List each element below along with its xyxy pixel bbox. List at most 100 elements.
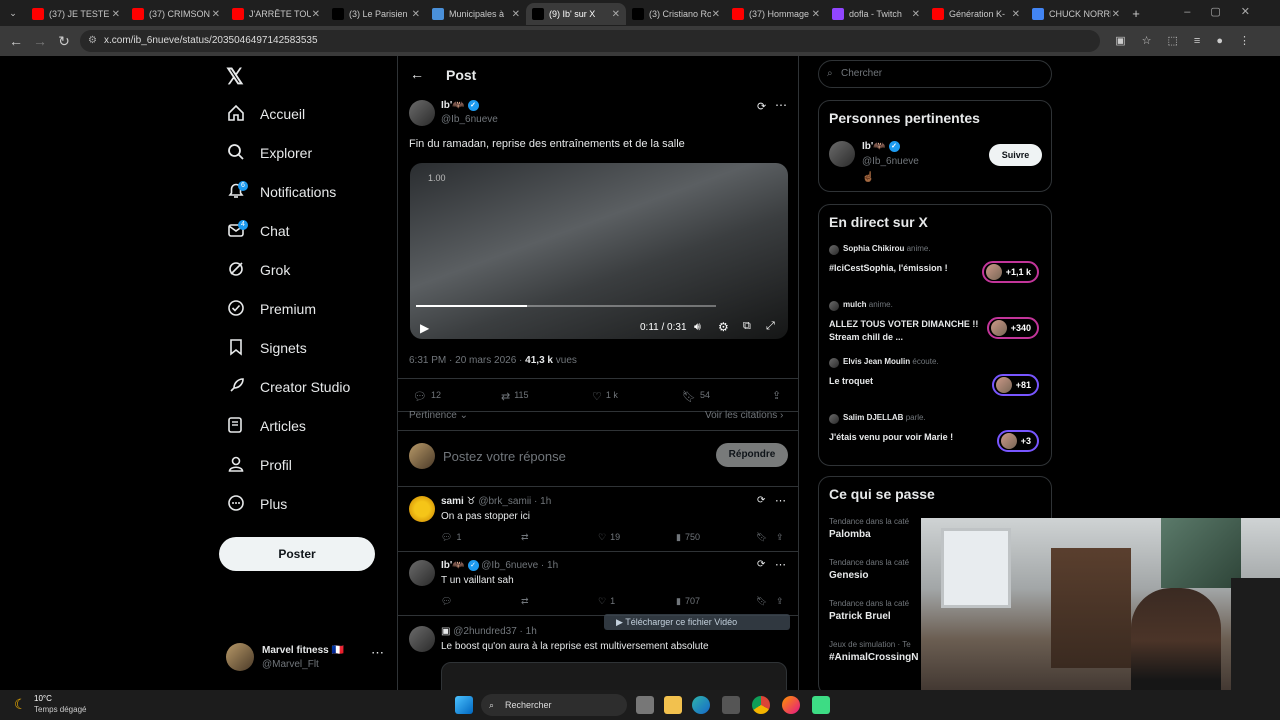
live-listeners-pill[interactable]: +3 <box>996 430 1039 452</box>
bookmark-icon[interactable]: 🔖︎ <box>756 532 767 543</box>
browser-tab[interactable]: (37) Hommage ✕ <box>726 3 826 25</box>
taskbar-search[interactable]: ⌕ Rechercher <box>481 694 627 716</box>
reply-avatar[interactable] <box>409 626 435 652</box>
reply-media[interactable] <box>441 662 787 690</box>
close-icon[interactable]: ✕ <box>712 9 720 20</box>
site-info-icon[interactable]: ⚙ <box>88 30 97 52</box>
pip-icon[interactable]: ⧉ <box>743 320 751 333</box>
browser-tab[interactable]: (3) Le Parisien ✕ <box>326 3 426 25</box>
close-icon[interactable]: ✕ <box>812 9 820 20</box>
more-icon[interactable]: ⋯ <box>775 98 787 112</box>
video-player[interactable]: 1.00 ▶ 0:11 / 0:31 🔊︎ ⚙ ⧉ ⤢ <box>410 163 788 339</box>
author-handle[interactable]: @Ib_6nueve <box>441 114 498 125</box>
live-item[interactable]: mulch anime. ALLEZ TOUS VOTER DIMANCHE !!… <box>819 299 1051 349</box>
close-icon[interactable]: ✕ <box>912 9 920 20</box>
close-icon[interactable]: ✕ <box>412 9 420 20</box>
share-icon[interactable]: ⇪ <box>776 532 784 543</box>
volume-icon[interactable]: 🔊︎ <box>694 321 701 334</box>
video-progress-track[interactable] <box>416 305 716 307</box>
bookmark-icon[interactable]: 🔖︎ <box>756 596 767 607</box>
reply-like-action[interactable]: ♡ 1 <box>598 596 615 607</box>
back-icon[interactable]: ← <box>4 33 28 49</box>
reply-avatar[interactable] <box>409 560 435 586</box>
post-button[interactable]: Poster <box>219 537 375 571</box>
more-icon[interactable]: ⋯ <box>371 645 384 661</box>
task-view-icon[interactable] <box>636 696 654 714</box>
reply-input[interactable]: Postez votre réponse <box>443 449 566 464</box>
close-icon[interactable]: ✕ <box>112 9 120 20</box>
browser-tab[interactable]: Génération K- ✕ <box>926 3 1026 25</box>
reply-action[interactable]: 💬︎ 12 <box>413 390 441 403</box>
reply-like-action[interactable]: ♡ 19 <box>598 532 620 543</box>
app-icon[interactable] <box>812 696 830 714</box>
url-field[interactable]: ⚙ x.com/ib_6nueve/status/203504649714258… <box>80 30 1100 52</box>
nav-item-premium[interactable]: Premium <box>226 295 316 323</box>
reply-button[interactable]: Répondre <box>716 443 788 467</box>
live-item[interactable]: Elvis Jean Moulin écoute. Le troquet +81 <box>819 356 1051 406</box>
reply-views[interactable]: ▮ 707 <box>676 596 700 607</box>
download-video-bar[interactable]: ▶ Télécharger ce fichier Vidéo <box>604 614 790 630</box>
browser-tab[interactable]: CHUCK NORRI ✕ <box>1026 3 1126 25</box>
grok-icon[interactable]: ⟳ <box>757 100 766 113</box>
live-listeners-pill[interactable]: +340 <box>986 317 1039 339</box>
person-name[interactable]: Ib'🦇 ✓ <box>862 141 900 152</box>
account-switcher[interactable]: Marvel fitness 🇫🇷 @Marvel_Flt ⋯ <box>226 643 386 673</box>
like-action[interactable]: ♡ 1 k <box>592 390 618 403</box>
new-tab-button[interactable]: + <box>1126 6 1146 21</box>
chrome-icon[interactable] <box>752 696 770 714</box>
live-item[interactable]: Salim DJELLAB parle. J'étais venu pour vo… <box>819 412 1051 462</box>
nav-item-explorer[interactable]: Explorer <box>226 139 312 167</box>
close-icon[interactable]: ✕ <box>312 9 320 20</box>
back-arrow-icon[interactable]: ← <box>410 66 424 82</box>
browser-tab[interactable]: J'ARRÊTE TOUT✕ <box>226 3 326 25</box>
browser-tab[interactable]: (9) Ib' sur X ✕ <box>526 3 626 25</box>
nav-item-grok[interactable]: Grok <box>226 256 290 284</box>
more-icon[interactable]: ⋯ <box>775 558 786 571</box>
weather-icon[interactable]: ☾ <box>14 696 27 713</box>
repost-icon[interactable]: ⇄ <box>521 532 529 543</box>
settings-icon[interactable]: ⚙ <box>718 320 729 334</box>
quotes-link[interactable]: Voir les citations › <box>705 410 783 421</box>
author-avatar[interactable] <box>409 100 435 126</box>
close-icon[interactable]: ✕ <box>1112 9 1120 20</box>
x-logo-icon[interactable]: 𝕏 <box>226 64 244 90</box>
close-icon[interactable]: ✕ <box>512 9 520 20</box>
edge-icon[interactable] <box>692 696 710 714</box>
close-icon[interactable]: ✕ <box>212 9 220 20</box>
nav-item-profil[interactable]: Profil <box>226 451 292 479</box>
reload-icon[interactable]: ↻ <box>52 33 76 50</box>
reply-item[interactable]: Ib'🦇 ✓ @Ib_6nueve · 1h T un vaillant sah… <box>398 552 798 616</box>
play-icon[interactable]: ▶ <box>420 321 429 335</box>
close-icon[interactable]: ✕ <box>1012 9 1020 20</box>
nav-item-accueil[interactable]: Accueil <box>226 100 305 128</box>
file-explorer-icon[interactable] <box>664 696 682 714</box>
grok-icon[interactable]: ⟳ <box>757 559 765 570</box>
firefox-icon[interactable] <box>782 696 800 714</box>
bookmark-action[interactable]: 🔖︎ 54 <box>682 390 710 403</box>
repost-icon[interactable]: ⇄ <box>521 596 529 607</box>
live-listeners-pill[interactable]: +1,1 k <box>981 261 1039 283</box>
nav-item-chat[interactable]: 4 Chat <box>226 217 290 245</box>
repost-action[interactable]: ⇄ 115 <box>501 390 529 403</box>
grok-icon[interactable]: ⟳ <box>757 495 765 506</box>
reply-views[interactable]: ▮ 750 <box>676 532 700 543</box>
share-icon[interactable]: ⇪ <box>772 389 781 402</box>
store-icon[interactable] <box>722 696 740 714</box>
nav-item-signets[interactable]: Signets <box>226 334 307 362</box>
browser-tab[interactable]: dofla - Twitch ✕ <box>826 3 926 25</box>
browser-tab[interactable]: (37) CRIMSON ✕ <box>126 3 226 25</box>
live-item[interactable]: Sophia Chikirou anime. #IciCestSophia, l'… <box>819 243 1051 293</box>
reply-item[interactable]: sami ♉︎ @brk_samii · 1h On a pas stopper… <box>398 488 798 552</box>
browser-tab[interactable]: (3) Cristiano Ro ✕ <box>626 3 726 25</box>
live-listeners-pill[interactable]: +81 <box>991 374 1039 396</box>
reply-avatar[interactable] <box>409 496 435 522</box>
reply-icon[interactable]: 💬︎ <box>441 596 452 607</box>
more-icon[interactable]: ⋯ <box>775 494 786 507</box>
share-icon[interactable]: ⇪ <box>776 596 784 607</box>
tab-menu-button[interactable]: ⌄ <box>0 8 26 19</box>
close-icon[interactable]: ✕ <box>612 9 620 20</box>
browser-tab[interactable]: (37) JE TESTE L ✕ <box>26 3 126 25</box>
forward-icon[interactable]: → <box>28 33 52 49</box>
browser-tab[interactable]: Municipales à ✕ <box>426 3 526 25</box>
sort-dropdown[interactable]: Pertinence ⌄ <box>409 410 468 421</box>
